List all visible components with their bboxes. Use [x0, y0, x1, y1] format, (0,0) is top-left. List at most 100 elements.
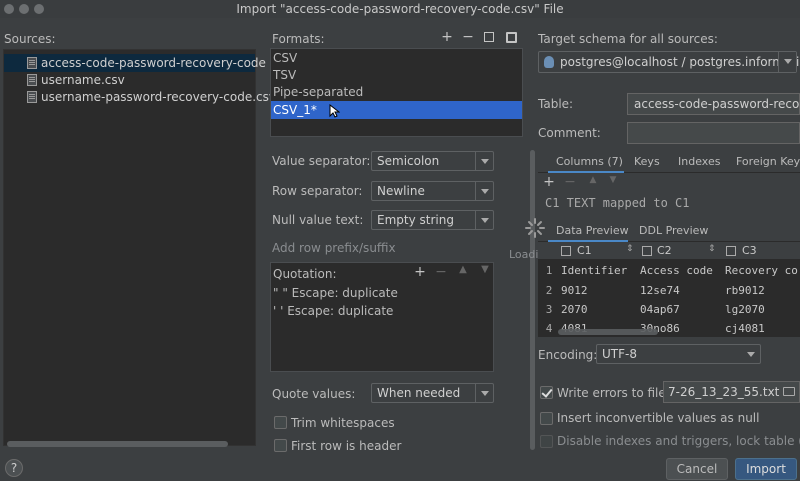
error-file-value: 7-26_13_23_55.txt — [668, 385, 780, 399]
add-column-button[interactable]: + — [542, 174, 556, 190]
source-item-label: access-code-password-recovery-code — [41, 56, 266, 70]
column-icon — [642, 246, 652, 256]
null-value-label: Null value text: — [272, 213, 364, 227]
grid-cell[interactable]: 2070 — [561, 303, 588, 316]
help-icon: ? — [10, 461, 18, 475]
settings-vertical-scrollbar[interactable] — [530, 150, 535, 450]
first-row-header-checkbox[interactable] — [274, 439, 287, 452]
csv-file-icon — [27, 91, 37, 103]
insert-inconvertible-checkbox[interactable] — [540, 412, 553, 425]
sources-list[interactable]: access-code-password-recovery-code usern… — [3, 49, 276, 446]
column-header[interactable]: C1 — [577, 244, 592, 257]
format-item-tsv[interactable]: TSV — [273, 68, 296, 82]
tab-ddl-preview[interactable]: DDL Preview — [639, 224, 708, 237]
chevron-down-icon — [475, 211, 493, 229]
target-schema-select[interactable]: postgres@localhost / postgres.informati — [538, 51, 800, 73]
remove-quotation-button[interactable]: − — [434, 264, 448, 280]
add-format-button[interactable]: + — [440, 29, 454, 45]
grid-cell[interactable]: Access code — [640, 264, 713, 277]
source-item-username-password[interactable]: username-password-recovery-code.csv — [4, 88, 276, 106]
copy-format-icon[interactable] — [484, 32, 494, 42]
sources-horizontal-scrollbar[interactable] — [7, 441, 228, 447]
row-number: 1 — [545, 264, 553, 277]
move-up-icon[interactable]: ▲ — [456, 264, 470, 275]
csv-file-icon — [27, 57, 37, 69]
move-down-icon[interactable]: ▼ — [478, 264, 492, 275]
column-icon — [561, 246, 571, 256]
grid-cell[interactable]: rb9012 — [725, 284, 765, 297]
column-header[interactable]: C2 — [657, 244, 672, 257]
value-separator-value: Semicolon — [377, 154, 440, 168]
chevron-down-icon — [778, 52, 796, 72]
formats-label: Formats: — [272, 32, 325, 46]
mouse-cursor-icon — [329, 104, 340, 118]
write-errors-label: Write errors to file: — [557, 386, 670, 400]
quote-values-select[interactable]: When needed — [371, 383, 494, 403]
value-separator-select[interactable]: Semicolon — [371, 151, 494, 171]
source-item-username[interactable]: username.csv — [4, 71, 255, 89]
grid-cell[interactable]: Recovery co — [725, 264, 800, 277]
column-mapping-text: C1 TEXT mapped to C1 — [545, 196, 690, 210]
grid-cell[interactable]: lg2070 — [725, 303, 765, 316]
move-up-icon[interactable]: ▲ — [586, 175, 600, 185]
quotation-label: Quotation: — [273, 267, 337, 281]
row-separator-select[interactable]: Newline — [371, 181, 494, 201]
target-schema-value: postgres@localhost / postgres.informati — [560, 55, 800, 69]
row-number: 3 — [545, 303, 553, 316]
sources-label: Sources: — [4, 32, 56, 46]
chevron-down-icon — [475, 182, 493, 200]
disable-indexes-checkbox[interactable] — [540, 435, 553, 448]
table-name-value: access-code-password-recovery — [634, 97, 800, 111]
tab-active-indicator — [548, 240, 628, 242]
trim-whitespaces-checkbox[interactable] — [274, 416, 287, 429]
postgres-icon — [544, 56, 554, 68]
null-value-value: Empty string — [377, 213, 454, 227]
tab-keys[interactable]: Keys — [634, 155, 660, 168]
cancel-button[interactable]: Cancel — [666, 458, 728, 480]
insert-inconvertible-label: Insert inconvertible values as null — [557, 411, 760, 425]
chevron-down-icon — [475, 384, 493, 402]
quotation-item[interactable]: " " Escape: duplicate — [273, 286, 398, 300]
write-errors-checkbox[interactable] — [540, 386, 553, 399]
move-down-icon[interactable]: ▼ — [606, 175, 620, 185]
grid-cell[interactable]: cj4081 — [725, 322, 765, 335]
sort-icon[interactable]: ⇕ — [708, 244, 716, 254]
comment-label: Comment: — [538, 126, 601, 140]
sort-icon[interactable]: ⇕ — [626, 244, 634, 254]
table-name-input[interactable]: access-code-password-recovery — [627, 93, 800, 115]
format-item-pipe[interactable]: Pipe-separated — [273, 85, 363, 99]
tab-foreign-keys[interactable]: Foreign Keys — [736, 155, 800, 168]
source-item-access-code[interactable]: access-code-password-recovery-code — [4, 54, 266, 72]
tab-active-indicator — [548, 171, 624, 173]
format-item-csv[interactable]: CSV — [273, 51, 297, 65]
error-file-input[interactable]: 7-26_13_23_55.txt — [663, 381, 800, 403]
grid-horizontal-scrollbar[interactable] — [558, 329, 658, 335]
grid-cell[interactable]: 04ap67 — [640, 303, 680, 316]
add-quotation-button[interactable]: + — [413, 264, 427, 280]
grid-cell[interactable]: 9012 — [561, 284, 588, 297]
quotation-item[interactable]: ' ' Escape: duplicate — [273, 304, 393, 318]
tab-data-preview[interactable]: Data Preview — [556, 224, 629, 237]
import-button[interactable]: Import — [735, 458, 797, 480]
column-header[interactable]: C3 — [742, 244, 757, 257]
row-separator-value: Newline — [377, 184, 425, 198]
format-item-csv1[interactable]: CSV_1* — [271, 101, 522, 119]
save-format-icon[interactable] — [506, 32, 517, 43]
null-value-select[interactable]: Empty string — [371, 210, 494, 230]
loading-spinner-icon — [525, 218, 545, 238]
comment-input[interactable] — [627, 122, 800, 144]
tab-indexes[interactable]: Indexes — [678, 155, 720, 168]
grid-cell[interactable]: 12se74 — [640, 284, 680, 297]
folder-icon[interactable] — [783, 387, 795, 396]
remove-format-button[interactable]: − — [461, 29, 475, 45]
chevron-down-icon — [475, 152, 493, 170]
value-separator-label: Value separator: — [272, 154, 371, 168]
remove-column-button[interactable]: − — [563, 174, 577, 190]
help-button[interactable]: ? — [5, 459, 23, 477]
grid-cell[interactable]: Identifier — [561, 264, 627, 277]
encoding-select[interactable]: UTF-8 — [596, 344, 761, 364]
table-label: Table: — [538, 97, 574, 111]
format-item-label: CSV_1* — [273, 103, 317, 117]
add-row-prefix-link[interactable]: Add row prefix/suffix — [272, 241, 396, 255]
tab-columns[interactable]: Columns (7) — [556, 155, 623, 168]
